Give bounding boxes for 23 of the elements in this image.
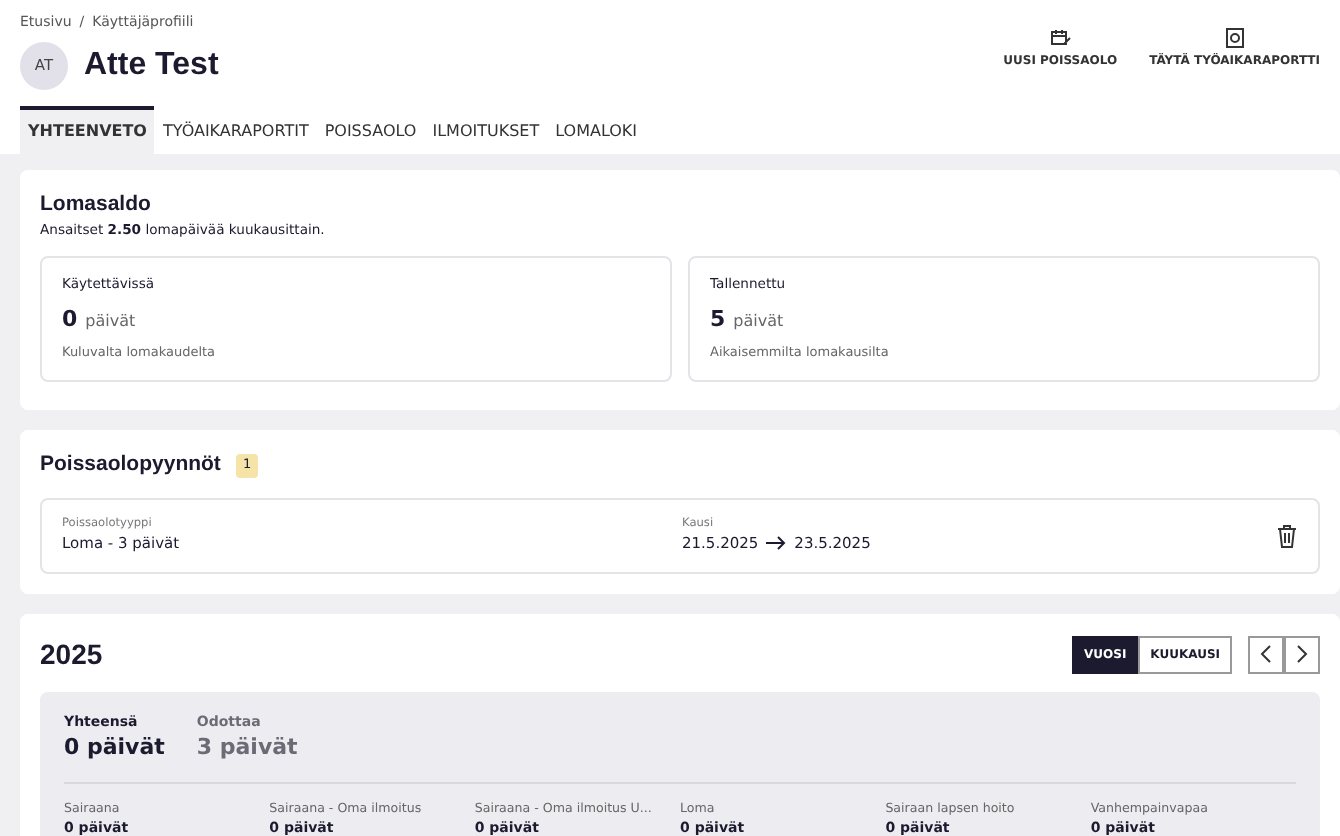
chevron-left-icon bbox=[1260, 644, 1272, 665]
tab[interactable]: POISSAOLO bbox=[316, 105, 425, 153]
previous-button[interactable] bbox=[1248, 635, 1284, 674]
calendar-pen-icon bbox=[1049, 28, 1072, 48]
tab[interactable]: TYÖAIKARAPORTIT bbox=[154, 105, 317, 153]
balance-value: 0 bbox=[62, 303, 78, 336]
clock-icon bbox=[1225, 28, 1244, 48]
section-title: Poissaolopyynnöt bbox=[40, 449, 221, 480]
tab[interactable]: LOMALOKI bbox=[547, 105, 646, 153]
next-button[interactable] bbox=[1284, 635, 1320, 674]
total-value: 0 päivät bbox=[64, 732, 165, 765]
arrow-right-icon bbox=[766, 536, 787, 551]
year-title: 2025 bbox=[40, 635, 103, 674]
total-value: 3 päivät bbox=[196, 732, 298, 765]
balance-unit: päivät bbox=[85, 309, 136, 334]
balance-value: 5 bbox=[710, 303, 726, 336]
trash-icon bbox=[1276, 524, 1298, 549]
tab[interactable]: ILMOITUKSET bbox=[424, 105, 548, 153]
tab[interactable]: YHTEENVETO bbox=[20, 105, 155, 153]
chevron-right-icon bbox=[1296, 644, 1308, 665]
balance-unit: päivät bbox=[733, 309, 784, 334]
user-name: Atte Test bbox=[84, 45, 219, 85]
section-title: Lomasaldo bbox=[40, 189, 153, 219]
